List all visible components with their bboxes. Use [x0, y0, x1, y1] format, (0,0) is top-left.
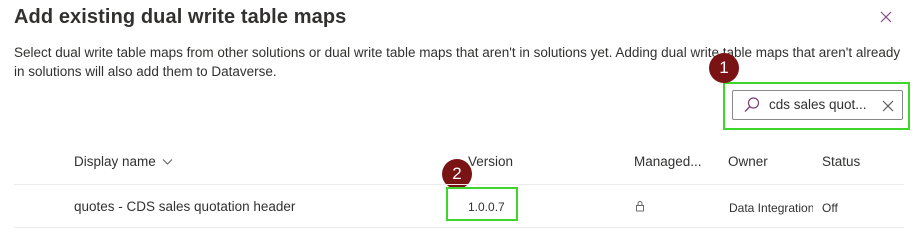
chevron-down-icon [162, 159, 173, 166]
row-divider [14, 184, 904, 185]
column-header-owner[interactable]: Owner [728, 154, 768, 169]
column-header-display-name[interactable]: Display name [74, 154, 173, 169]
search-input[interactable]: cds sales quot... [769, 97, 873, 112]
cell-owner: Data Integration [729, 201, 813, 215]
close-icon [880, 11, 892, 23]
row-divider [14, 227, 904, 228]
search-icon [744, 97, 760, 112]
close-button[interactable] [874, 7, 898, 29]
search-box[interactable]: cds sales quot... [732, 90, 903, 120]
column-header-managed[interactable]: Managed... [634, 154, 702, 169]
step-marker-1: 1 [709, 53, 739, 83]
dialog-title: Add existing dual write table maps [14, 6, 347, 28]
cell-display-name: quotes - CDS sales quotation header [74, 199, 296, 214]
clear-icon[interactable] [881, 99, 895, 113]
lock-icon [636, 201, 644, 212]
version-highlight-box [446, 187, 518, 221]
dialog-description: Select dual write table maps from other … [14, 45, 901, 79]
cell-status: Off [822, 201, 838, 215]
column-header-display-name-label: Display name [74, 154, 156, 169]
column-header-status[interactable]: Status [822, 154, 860, 169]
column-header-version[interactable]: Version [468, 154, 513, 169]
